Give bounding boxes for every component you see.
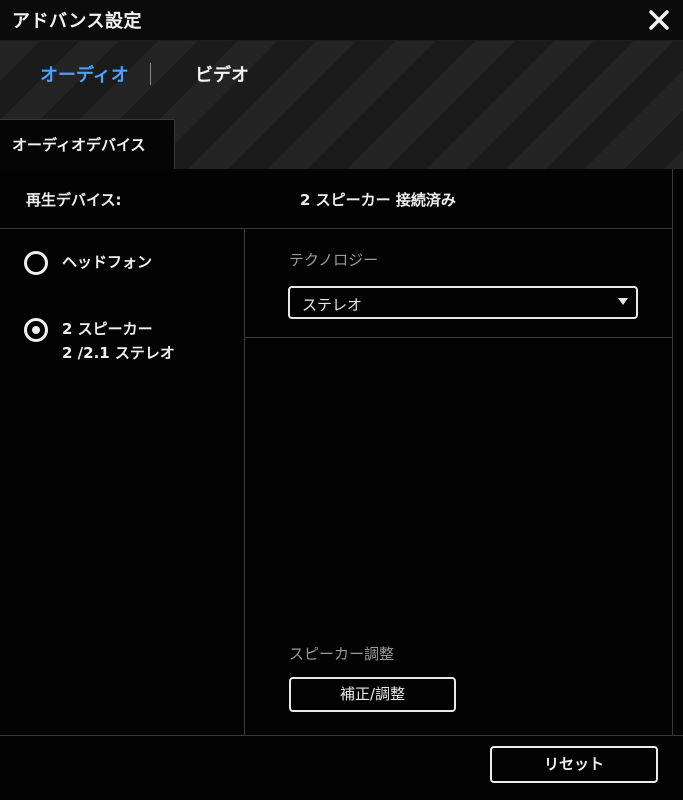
advanced-settings-window: アドバンス設定 オーディオ ビデオ オーディオデバイス 再生デバイス: 2 スピ… — [0, 0, 683, 800]
playback-device-label: 再生デバイス: — [26, 191, 122, 209]
content-area: 再生デバイス: 2 スピーカー 接続済み ヘッドフォン 2 スピーカー 2 /2… — [0, 169, 683, 800]
title-bar: アドバンス設定 — [0, 0, 683, 41]
technology-select-value: ステレオ — [302, 296, 363, 314]
dropdown-arrow-icon — [618, 298, 628, 305]
section-divider — [245, 337, 672, 338]
window-title: アドバンス設定 — [12, 11, 143, 32]
playback-device-row: 再生デバイス: 2 スピーカー 接続済み — [0, 169, 673, 229]
close-icon — [649, 10, 669, 30]
tab-divider — [150, 63, 151, 85]
radio-circle-icon — [24, 251, 48, 275]
tab-video[interactable]: ビデオ — [195, 61, 249, 87]
radio-2-speakers-sublabel: 2 /2.1 ステレオ — [62, 344, 175, 362]
calibrate-button[interactable]: 補正/調整 — [289, 677, 456, 712]
tab-audio[interactable]: オーディオ — [40, 61, 129, 87]
speaker-adjust-label: スピーカー調整 — [289, 645, 395, 663]
output-selection-panel: ヘッドフォン 2 スピーカー 2 /2.1 ステレオ — [0, 229, 245, 735]
radio-2-speakers-label: 2 スピーカー — [62, 320, 153, 338]
subtab-audio-device[interactable]: オーディオデバイス — [0, 119, 175, 169]
footer-divider — [0, 735, 683, 736]
technology-select[interactable]: ステレオ — [288, 286, 638, 319]
radio-headphones-label: ヘッドフォン — [62, 253, 153, 271]
tab-strip: オーディオ ビデオ オーディオデバイス — [0, 41, 683, 169]
technology-label: テクノロジー — [289, 251, 379, 269]
close-button[interactable] — [643, 4, 675, 36]
settings-panel: テクノロジー ステレオ スピーカー調整 補正/調整 — [245, 229, 673, 735]
reset-button[interactable]: リセット — [490, 746, 658, 783]
radio-dot-icon — [32, 326, 40, 334]
radio-selected-icon — [24, 318, 48, 342]
playback-device-value: 2 スピーカー 接続済み — [300, 191, 456, 209]
